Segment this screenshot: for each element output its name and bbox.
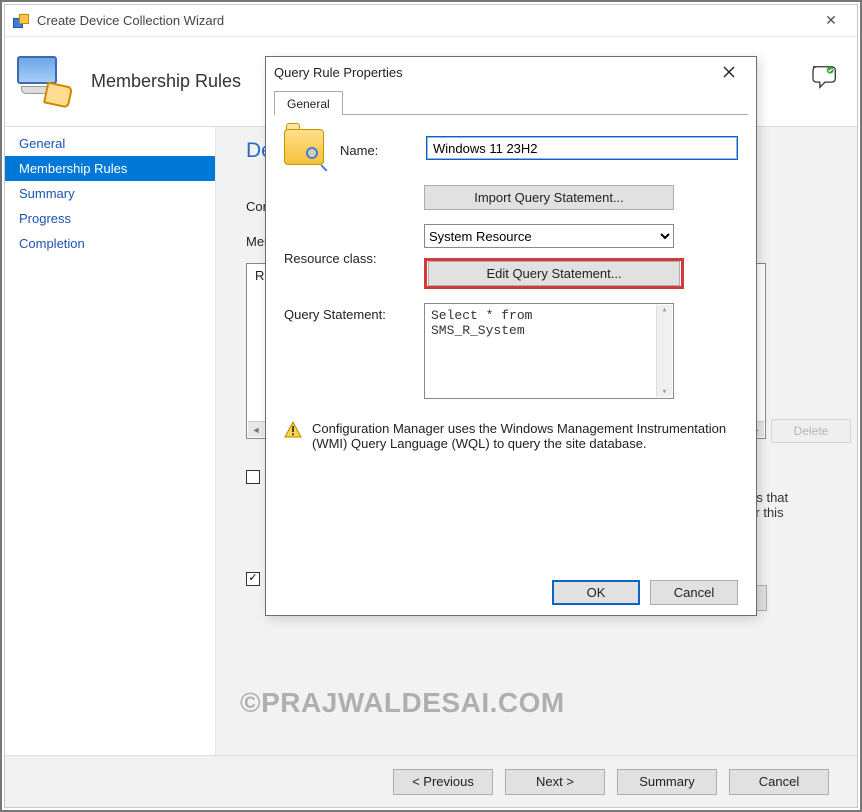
ok-button[interactable]: OK bbox=[552, 580, 640, 605]
close-icon[interactable] bbox=[710, 61, 748, 83]
import-query-button[interactable]: Import Query Statement... bbox=[424, 185, 674, 210]
tab-general[interactable]: General bbox=[274, 91, 343, 115]
help-icon[interactable] bbox=[811, 65, 841, 93]
sidebar-item-general[interactable]: General bbox=[5, 131, 215, 156]
v-scrollbar[interactable]: ▴▾ bbox=[656, 305, 672, 397]
sidebar-item-progress[interactable]: Progress bbox=[5, 206, 215, 231]
app-icon bbox=[13, 13, 29, 29]
sidebar-item-completion[interactable]: Completion bbox=[5, 231, 215, 256]
dialog-titlebar: Query Rule Properties bbox=[266, 57, 756, 87]
cancel-button[interactable]: Cancel bbox=[729, 769, 829, 795]
monitor-icon bbox=[15, 54, 71, 110]
header-title: Membership Rules bbox=[91, 71, 241, 92]
watermark-text: ©PRAJWALDESAI.COM bbox=[240, 687, 565, 719]
dialog-tabstrip: General bbox=[274, 87, 748, 115]
wizard-sidebar: General Membership Rules Summary Progres… bbox=[5, 127, 215, 755]
close-icon[interactable]: ✕ bbox=[809, 7, 853, 35]
warning-icon bbox=[284, 421, 302, 439]
sidebar-item-label: Progress bbox=[19, 211, 71, 226]
query-statement-box[interactable]: Select * from SMS_R_System▴▾ bbox=[424, 303, 674, 399]
folder-search-icon bbox=[284, 129, 324, 165]
wizard-footer: < Previous Next > Summary Cancel bbox=[5, 755, 857, 807]
edit-query-highlight: Edit Query Statement... bbox=[424, 258, 684, 289]
edit-query-button[interactable]: Edit Query Statement... bbox=[428, 261, 680, 286]
wizard-titlebar: Create Device Collection Wizard ✕ bbox=[5, 5, 857, 37]
resource-class-label: Resource class: bbox=[284, 247, 424, 266]
query-statement-label: Query Statement: bbox=[284, 303, 424, 322]
sidebar-item-summary[interactable]: Summary bbox=[5, 181, 215, 206]
cancel-button[interactable]: Cancel bbox=[650, 580, 738, 605]
sidebar-item-label: Completion bbox=[19, 236, 85, 251]
query-rule-properties-dialog: Query Rule Properties General Name: Impo… bbox=[265, 56, 757, 616]
sidebar-item-label: General bbox=[19, 136, 65, 151]
delete-button: Delete bbox=[771, 419, 851, 443]
summary-button[interactable]: Summary bbox=[617, 769, 717, 795]
wizard-title: Create Device Collection Wizard bbox=[37, 13, 224, 28]
next-button[interactable]: Next > bbox=[505, 769, 605, 795]
previous-button[interactable]: < Previous bbox=[393, 769, 493, 795]
incremental-checkbox[interactable] bbox=[246, 470, 260, 484]
name-input[interactable] bbox=[426, 136, 738, 160]
sidebar-item-label: Membership Rules bbox=[19, 161, 127, 176]
warn-text: Configuration Manager uses the Windows M… bbox=[312, 421, 738, 451]
dialog-title: Query Rule Properties bbox=[274, 65, 403, 80]
dialog-footer: OK Cancel bbox=[266, 569, 756, 615]
schedule-checkbox[interactable] bbox=[246, 572, 260, 586]
sidebar-item-membership-rules[interactable]: Membership Rules bbox=[5, 156, 215, 181]
name-label: Name: bbox=[340, 139, 426, 158]
resource-class-select[interactable]: System Resource bbox=[424, 224, 674, 248]
sidebar-item-label: Summary bbox=[19, 186, 75, 201]
scroll-left-icon[interactable]: ◄ bbox=[248, 422, 264, 437]
